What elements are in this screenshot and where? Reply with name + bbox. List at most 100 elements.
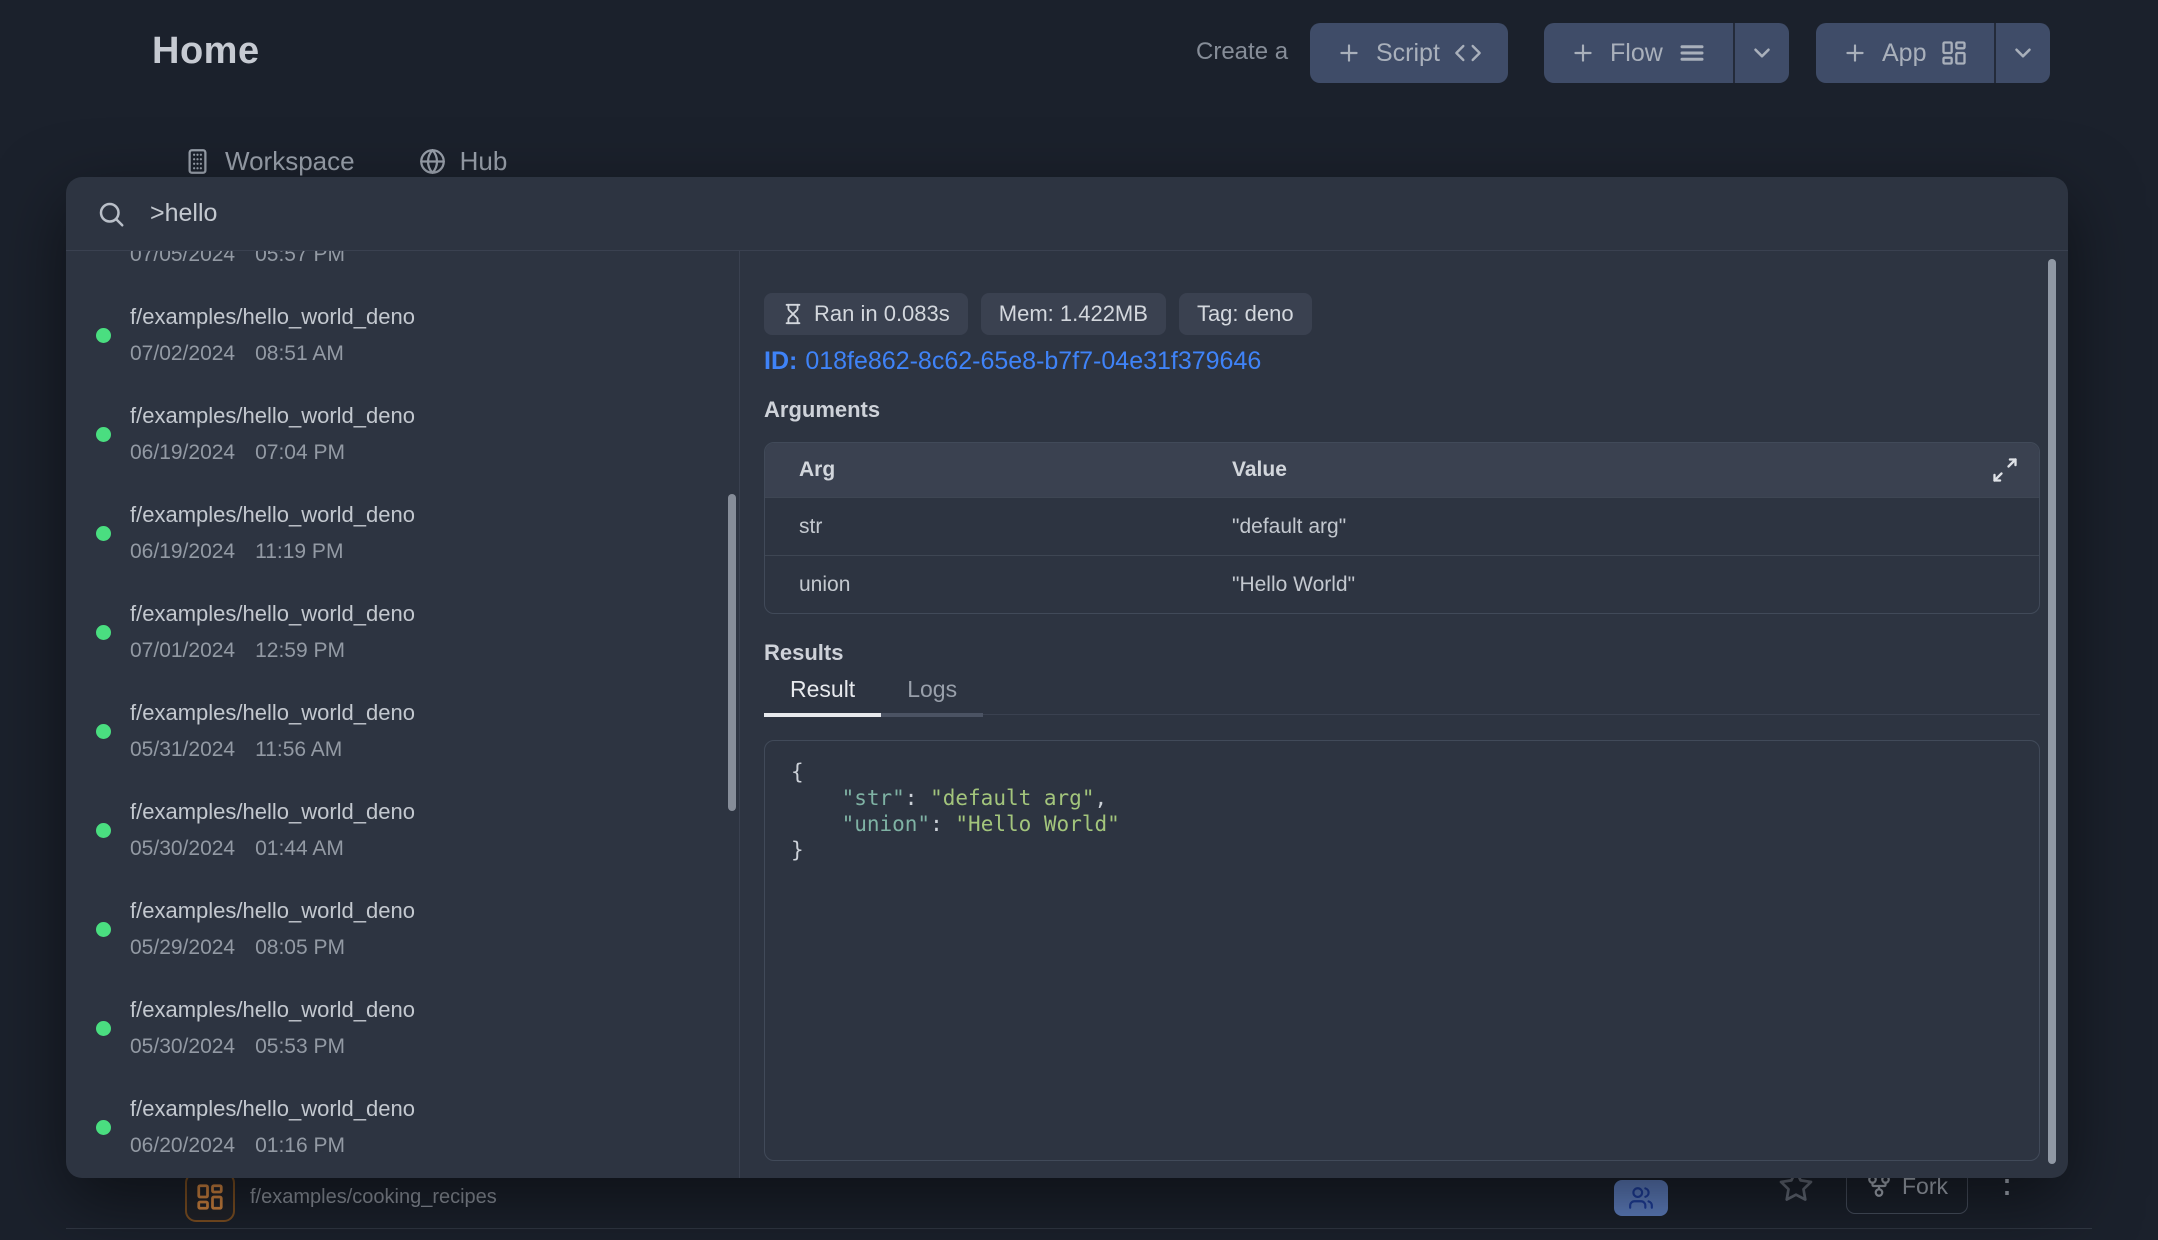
run-date: 05/30/2024 xyxy=(130,836,235,862)
tab-hub[interactable]: Hub xyxy=(419,146,508,177)
run-datetime: 05/30/2024 05:53 PM xyxy=(130,1034,732,1060)
run-item[interactable]: f/examples/hello_world_deno 05/31/2024 1… xyxy=(76,688,732,775)
run-time: 01:44 AM xyxy=(255,836,344,862)
run-meta-badges: Ran in 0.083s Mem: 1.422MB Tag: deno xyxy=(764,293,1312,335)
argument-row[interactable]: union "Hello World" xyxy=(765,555,2039,613)
run-time: 01:16 PM xyxy=(255,1133,345,1159)
run-date: 07/01/2024 xyxy=(130,638,235,664)
tab-result[interactable]: Result xyxy=(764,676,881,717)
create-script-button[interactable]: Script xyxy=(1310,23,1508,83)
building-icon xyxy=(184,148,211,175)
create-app-label: App xyxy=(1882,39,1926,68)
argument-name: union xyxy=(799,573,1232,597)
app-grid-icon xyxy=(1940,39,1968,67)
success-dot-icon xyxy=(96,1120,111,1135)
chevron-down-icon xyxy=(2010,40,2036,66)
hourglass-icon xyxy=(782,303,804,325)
results-section-label: Results xyxy=(764,640,843,666)
run-id-line[interactable]: ID:018fe862-8c62-65e8-b7f7-04e31f379646 xyxy=(764,347,1261,376)
arg-column-header: Arg xyxy=(799,458,1232,482)
run-datetime: 05/29/2024 08:05 PM xyxy=(130,935,732,961)
run-time: 05:57 PM xyxy=(255,251,345,268)
run-datetime: 07/02/2024 08:51 AM xyxy=(130,341,732,367)
run-path: f/examples/hello_world_deno xyxy=(130,304,732,330)
create-app-dropdown-button[interactable] xyxy=(1994,23,2050,83)
code-icon xyxy=(1454,39,1482,67)
run-date: 05/29/2024 xyxy=(130,935,235,961)
run-item[interactable]: f/examples/hello_world_deno 06/19/2024 1… xyxy=(76,490,732,577)
success-dot-icon xyxy=(96,328,111,343)
run-item[interactable]: f/examples/hello_world_deno 07/02/2024 0… xyxy=(76,292,732,379)
run-time: 08:05 PM xyxy=(255,935,345,961)
run-history-list: f/examples/hello_world_deno 07/05/2024 0… xyxy=(66,251,740,1178)
search-bar[interactable]: >hello xyxy=(66,177,2068,251)
search-input[interactable]: >hello xyxy=(150,199,217,228)
arguments-table: Arg Value str "default arg" union xyxy=(764,442,2040,614)
run-id-value[interactable]: 018fe862-8c62-65e8-b7f7-04e31f379646 xyxy=(805,347,1261,375)
row-divider xyxy=(66,1228,2092,1229)
argument-row[interactable]: str "default arg" xyxy=(765,497,2039,555)
success-dot-icon xyxy=(96,625,111,640)
tab-hub-label: Hub xyxy=(460,146,508,177)
run-item[interactable]: f/examples/hello_world_deno 07/05/2024 0… xyxy=(76,251,732,280)
arguments-table-header: Arg Value xyxy=(765,443,2039,497)
globe-icon xyxy=(419,148,446,175)
run-date: 06/20/2024 xyxy=(130,1133,235,1159)
run-date: 07/05/2024 xyxy=(130,251,235,268)
create-a-label: Create a xyxy=(1196,38,1288,66)
run-path: f/examples/hello_world_deno xyxy=(130,1096,732,1122)
run-item[interactable]: f/examples/hello_world_deno 05/29/2024 0… xyxy=(76,886,732,973)
modal-body: f/examples/hello_world_deno 07/05/2024 0… xyxy=(66,251,2068,1178)
run-time: 07:04 PM xyxy=(255,440,345,466)
create-flow-dropdown-button[interactable] xyxy=(1733,23,1789,83)
runs-scrollbar-thumb[interactable] xyxy=(728,494,736,811)
run-time: 12:59 PM xyxy=(255,638,345,664)
run-item[interactable]: f/examples/hello_world_deno 06/19/2024 0… xyxy=(76,391,732,478)
success-dot-icon xyxy=(96,427,111,442)
home-tabs: Workspace Hub xyxy=(184,146,507,177)
run-path: f/examples/hello_world_deno xyxy=(130,403,732,429)
run-datetime: 05/30/2024 01:44 AM xyxy=(130,836,732,862)
run-detail-pane: Ran in 0.083s Mem: 1.422MB Tag: deno ID:… xyxy=(740,251,2068,1178)
run-path: f/examples/hello_world_deno xyxy=(130,700,732,726)
argument-name: str xyxy=(799,515,1232,539)
result-json: { "str": "default arg", "union": "Hello … xyxy=(791,759,2013,863)
run-item[interactable]: f/examples/hello_world_deno 06/20/2024 0… xyxy=(76,1084,732,1171)
run-item[interactable]: f/examples/hello_world_deno 05/30/2024 0… xyxy=(76,787,732,874)
result-json-box: { "str": "default arg", "union": "Hello … xyxy=(764,740,2040,1161)
run-datetime: 07/01/2024 12:59 PM xyxy=(130,638,732,664)
success-dot-icon xyxy=(96,922,111,937)
detail-scrollbar-thumb[interactable] xyxy=(2048,259,2056,1164)
command-palette-modal: >hello f/examples/hello_world_deno 07/05… xyxy=(66,177,2068,1178)
shared-users-badge[interactable] xyxy=(1614,1180,1668,1216)
run-path: f/examples/hello_world_deno xyxy=(130,997,732,1023)
plus-icon xyxy=(1336,40,1362,66)
run-path: f/examples/hello_world_deno xyxy=(130,502,732,528)
run-date: 05/30/2024 xyxy=(130,1034,235,1060)
run-item[interactable]: f/examples/hello_world_deno 05/30/2024 0… xyxy=(76,985,732,1072)
ran-in-badge-label: Ran in 0.083s xyxy=(814,301,950,327)
success-dot-icon xyxy=(96,823,111,838)
tab-logs[interactable]: Logs xyxy=(881,676,983,717)
run-date: 06/19/2024 xyxy=(130,440,235,466)
page-title: Home xyxy=(152,30,260,73)
tab-workspace[interactable]: Workspace xyxy=(184,146,355,177)
run-time: 11:56 AM xyxy=(255,737,342,763)
cooking-recipes-app-icon[interactable] xyxy=(185,1172,235,1222)
run-path: f/examples/hello_world_deno xyxy=(130,898,732,924)
run-datetime: 05/31/2024 11:56 AM xyxy=(130,737,732,763)
create-app-button-group: App xyxy=(1816,23,2050,83)
run-time: 08:51 AM xyxy=(255,341,344,367)
create-flow-button-group: Flow xyxy=(1544,23,1789,83)
users-icon xyxy=(1628,1185,1654,1211)
expand-icon[interactable] xyxy=(1991,456,2019,484)
create-flow-button[interactable]: Flow xyxy=(1544,23,1733,83)
success-dot-icon xyxy=(96,1021,111,1036)
run-time: 11:19 PM xyxy=(255,539,343,565)
tag-badge: Tag: deno xyxy=(1179,293,1312,335)
run-datetime: 07/05/2024 05:57 PM xyxy=(130,251,732,268)
value-column-header: Value xyxy=(1232,458,1287,482)
success-dot-icon xyxy=(96,526,111,541)
create-app-button[interactable]: App xyxy=(1816,23,1994,83)
run-item[interactable]: f/examples/hello_world_deno 07/01/2024 1… xyxy=(76,589,732,676)
